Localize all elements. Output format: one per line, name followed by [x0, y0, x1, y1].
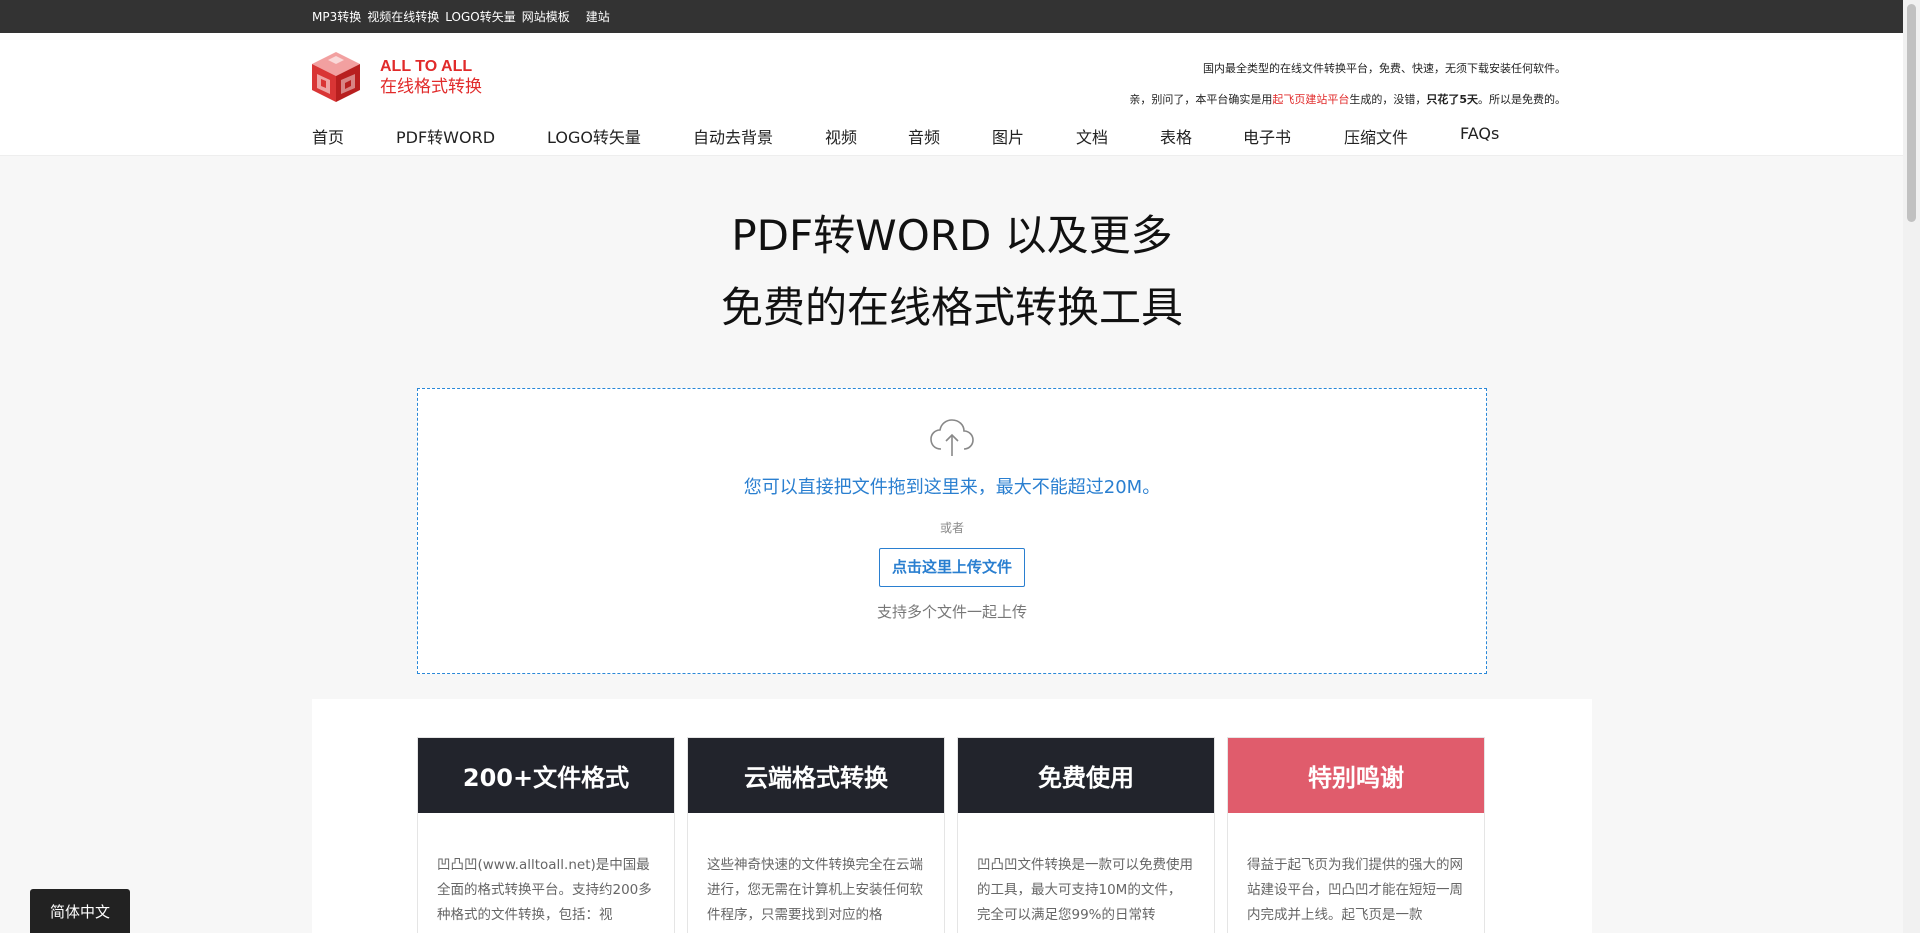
notice-link-qifeiye[interactable]: 起飞页建站平台: [1272, 93, 1349, 106]
nav-item-audio[interactable]: 音频: [908, 124, 992, 148]
topbar-link-video[interactable]: 视频在线转换: [367, 8, 439, 25]
nav-item-archive[interactable]: 压缩文件: [1344, 124, 1460, 148]
logo-cube-icon: [310, 50, 362, 104]
feature-title: 200+文件格式: [418, 738, 674, 813]
topbar-link-logo[interactable]: LOGO转矢量: [445, 8, 515, 25]
header-notice: 国内最全类型的在线文件转换平台，免费、快速，无须下载安装任何软件。 亲，别问了，…: [1129, 53, 1566, 115]
hero-title: PDF转WORD 以及更多: [731, 211, 1173, 260]
feature-text: 凹凸凹(www.alltoall.net)是中国最全面的格式转换平台。支持约20…: [437, 857, 652, 923]
features-section: 200+文件格式 凹凸凹(www.alltoall.net)是中国最全面的格式转…: [312, 699, 1592, 933]
nav-item-home[interactable]: 首页: [312, 124, 396, 148]
feature-text: 得益于起飞页为我们提供的强大的网站建设平台，凹凸凹才能在短短一周内完成并上线。起…: [1247, 857, 1463, 923]
nav-item-logo-vector[interactable]: LOGO转矢量: [547, 124, 693, 148]
hero: PDF转WORD 以及更多 免费的在线格式转换工具: [0, 200, 1904, 344]
nav-item-image[interactable]: 图片: [992, 124, 1076, 148]
logo-text-cn: 在线格式转换: [380, 77, 482, 97]
upload-or-label: 或者: [939, 521, 964, 535]
cloud-upload-icon: [418, 417, 1486, 461]
nav-item-pdf-to-word[interactable]: PDF转WORD: [396, 124, 547, 148]
page-scrollbar[interactable]: [1903, 0, 1920, 933]
topbar-link-mp3[interactable]: MP3转换: [312, 8, 361, 25]
feature-card-free: 免费使用 凹凸凹文件转换是一款可以免费使用的工具，最大可支持10M的文件，完全可…: [957, 737, 1215, 933]
feature-card-formats: 200+文件格式 凹凸凹(www.alltoall.net)是中国最全面的格式转…: [417, 737, 675, 933]
nav-item-remove-bg[interactable]: 自动去背景: [693, 124, 825, 148]
language-switch-button[interactable]: 简体中文: [30, 889, 130, 933]
logo-text-en: ALL TO ALL: [380, 58, 473, 75]
nav-item-spreadsheet[interactable]: 表格: [1160, 124, 1243, 148]
feature-title: 云端格式转换: [688, 738, 944, 813]
main-nav: 首页 PDF转WORD LOGO转矢量 自动去背景 视频 音频 图片 文档 表格…: [312, 124, 1499, 148]
feature-title: 免费使用: [958, 738, 1214, 813]
site-logo[interactable]: ALL TO ALL 在线格式转换: [310, 50, 482, 104]
nav-item-faqs[interactable]: FAQs: [1460, 124, 1499, 148]
nav-item-video[interactable]: 视频: [825, 124, 908, 148]
notice-line-1: 国内最全类型的在线文件转换平台，免费、快速，无须下载安装任何软件。: [1203, 62, 1566, 75]
notice-bold-text: 只花了5天: [1426, 93, 1478, 106]
topbar-link-build[interactable]: 建站: [586, 8, 610, 25]
feature-card-cloud: 云端格式转换 这些神奇快速的文件转换完全在云端进行，您无需在计算机上安装任何软件…: [687, 737, 945, 933]
upload-drop-zone[interactable]: 您可以直接把文件拖到这里来，最大不能超过20M。 或者 点击这里上传文件 支持多…: [417, 388, 1487, 674]
scrollbar-thumb[interactable]: [1907, 4, 1916, 222]
notice-text: 亲，别问了，本平台确实是用: [1129, 93, 1273, 106]
notice-text: 。所以是免费的。: [1478, 93, 1566, 106]
notice-text: 生成的，没错，: [1349, 93, 1427, 106]
nav-item-document[interactable]: 文档: [1076, 124, 1160, 148]
nav-item-ebook[interactable]: 电子书: [1243, 124, 1344, 148]
topbar-link-templates[interactable]: 网站模板: [522, 8, 570, 25]
top-bar: MP3转换 视频在线转换 LOGO转矢量 网站模板 建站: [0, 0, 1920, 33]
upload-file-button[interactable]: 点击这里上传文件: [878, 548, 1025, 587]
feature-text: 这些神奇快速的文件转换完全在云端进行，您无需在计算机上安装任何软件程序，只需要找…: [707, 857, 923, 923]
notice-line-2: 亲，别问了，本平台确实是用起飞页建站平台生成的，没错，只花了5天。所以是免费的。: [1129, 84, 1566, 115]
feature-text: 凹凸凹文件转换是一款可以免费使用的工具，最大可支持10M的文件，完全可以满足您9…: [977, 857, 1193, 923]
upload-drag-tip: 您可以直接把文件拖到这里来，最大不能超过20M。: [743, 477, 1161, 498]
upload-multi-tip: 支持多个文件一起上传: [876, 603, 1027, 621]
feature-card-thanks: 特别鸣谢 得益于起飞页为我们提供的强大的网站建设平台，凹凸凹才能在短短一周内完成…: [1227, 737, 1485, 933]
feature-title: 特别鸣谢: [1228, 738, 1484, 813]
hero-subtitle: 免费的在线格式转换工具: [720, 283, 1183, 332]
